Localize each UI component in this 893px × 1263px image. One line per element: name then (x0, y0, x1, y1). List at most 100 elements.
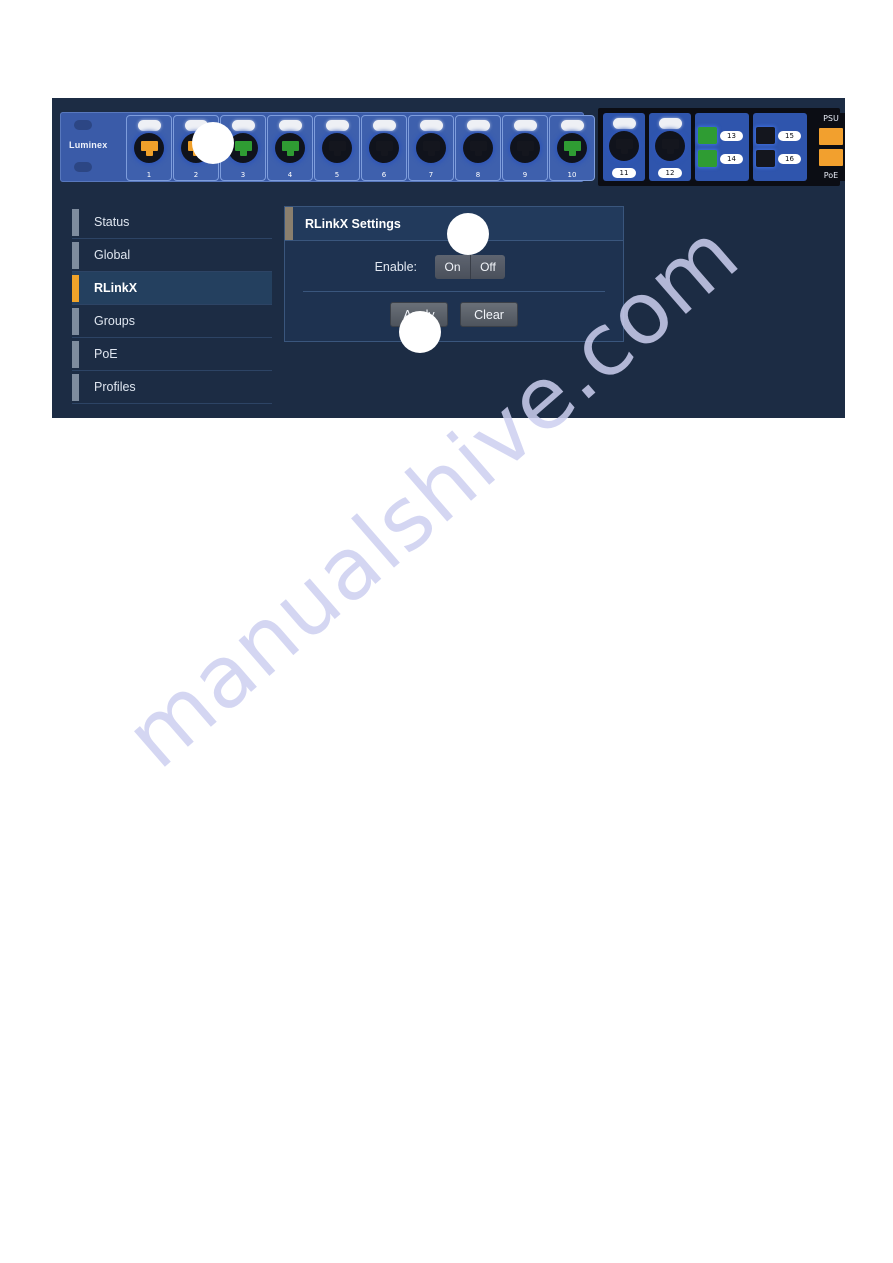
enable-toggle-group[interactable]: On Off (435, 255, 505, 279)
enable-field-row: Enable: On Off (285, 251, 623, 283)
sfp-port-12: 12 (649, 113, 691, 181)
rj45-jack-icon-6 (369, 133, 399, 163)
poe-status-led (819, 149, 843, 167)
rack-left-section: Luminex 1 2 3 4 5 6 7 8 9 10 (60, 112, 595, 182)
brand-logo: Luminex (69, 140, 108, 150)
port-number-label: 7 (428, 171, 434, 179)
port-led-10 (560, 120, 584, 131)
port-number-label: 2 (193, 171, 199, 179)
rack-right-section: 11 12 13 14 15 16 PSU PoE (598, 108, 845, 186)
callout-marker-1 (192, 122, 234, 164)
port-led-6 (372, 120, 396, 131)
ethernet-port-4: 4 (267, 115, 313, 181)
port-number-label: 5 (334, 171, 340, 179)
ethernet-port-7: 7 (408, 115, 454, 181)
rj45-jack-icon-5 (322, 133, 352, 163)
sfp-led-11 (612, 118, 636, 129)
status-led-13 (698, 127, 717, 144)
poe-label: PoE (823, 170, 839, 180)
sidebar-item-global[interactable]: Global (72, 239, 272, 272)
port-led-8 (466, 120, 490, 131)
port-number-label: 10 (567, 171, 577, 179)
sfp-number-label: 12 (658, 168, 682, 178)
enable-on-button[interactable]: On (435, 255, 470, 279)
callout-marker-3 (399, 311, 441, 353)
device-front-panel: Luminex 1 2 3 4 5 6 7 8 9 10 11 12 13 14 15 16 PSU PoE (56, 104, 845, 190)
port-led-5 (325, 120, 349, 131)
sidebar-item-status[interactable]: Status (72, 206, 272, 239)
rj45-jack-icon-11 (609, 131, 639, 161)
port-led-7 (419, 120, 443, 131)
action-buttons: Apply Clear (285, 302, 623, 327)
ethernet-port-10: 10 (549, 115, 595, 181)
sidebar-item-label: PoE (94, 347, 118, 361)
enable-off-button[interactable]: Off (470, 255, 505, 279)
port-led-9 (513, 120, 537, 131)
led-row-15: 15 (753, 127, 807, 144)
rj45-jack-icon-7 (416, 133, 446, 163)
led-number-label: 14 (720, 153, 743, 164)
sfp-port-11: 11 (603, 113, 645, 181)
sidebar-nav: Status Global RLinkX Groups PoE Profiles (72, 206, 272, 404)
form-divider (303, 291, 605, 292)
rj45-jack-icon-8 (463, 133, 493, 163)
screw-hole-top (74, 120, 92, 130)
status-led-16 (756, 150, 775, 167)
port-number-label: 8 (475, 171, 481, 179)
rj45-jack-icon-9 (510, 133, 540, 163)
sidebar-item-label: Groups (94, 314, 135, 328)
sidebar-item-label: Global (94, 248, 131, 262)
port-number-label: 9 (522, 171, 528, 179)
port-number-label: 4 (287, 171, 293, 179)
sidebar-item-indicator (72, 374, 79, 401)
card-header-accent-bar (285, 207, 293, 240)
sfp-led-12 (658, 118, 682, 129)
status-led-14 (698, 150, 717, 167)
sidebar-item-indicator (72, 242, 79, 269)
device-web-ui-screenshot: Luminex 1 2 3 4 5 6 7 8 9 10 11 12 13 14 15 16 PSU PoE S… (52, 98, 845, 418)
screw-hole-bottom (74, 162, 92, 172)
sidebar-item-poe[interactable]: PoE (72, 338, 272, 371)
sidebar-item-indicator (72, 341, 79, 368)
sidebar-item-profiles[interactable]: Profiles (72, 371, 272, 404)
port-number-label: 1 (146, 171, 152, 179)
sidebar-item-indicator (72, 209, 79, 236)
led-block-2: 15 16 (753, 113, 807, 181)
port-led-4 (278, 120, 302, 131)
enable-label: Enable: (374, 260, 417, 274)
ethernet-port-6: 6 (361, 115, 407, 181)
psu-label: PSU (823, 114, 839, 123)
led-number-label: 15 (778, 130, 801, 141)
psu-status-led (819, 127, 843, 145)
rj45-jack-icon-10 (557, 133, 587, 163)
led-number-label: 16 (778, 153, 801, 164)
ethernet-port-1: 1 (126, 115, 172, 181)
led-row-16: 16 (753, 150, 807, 167)
callout-marker-2 (447, 213, 489, 255)
port-number-label: 6 (381, 171, 387, 179)
page-title: RLinkX Settings (305, 216, 401, 231)
sidebar-item-label: RLinkX (94, 281, 138, 295)
clear-button[interactable]: Clear (460, 302, 518, 327)
led-row-13: 13 (695, 127, 749, 144)
ethernet-port-5: 5 (314, 115, 360, 181)
sidebar-item-indicator (72, 275, 79, 302)
port-led-1 (137, 120, 161, 131)
ethernet-port-9: 9 (502, 115, 548, 181)
port-led-3 (231, 120, 255, 131)
sidebar-item-indicator (72, 308, 79, 335)
sfp-and-led-row: 11 12 13 14 15 16 PSU PoE (603, 113, 845, 181)
port-number-label: 3 (240, 171, 246, 179)
led-block-1: 13 14 (695, 113, 749, 181)
card-body: Enable: On Off Apply Clear (285, 241, 623, 341)
ethernet-port-8: 8 (455, 115, 501, 181)
sidebar-item-label: Profiles (94, 380, 136, 394)
rj45-jack-icon-1 (134, 133, 164, 163)
rj45-jack-icon-12 (655, 131, 685, 161)
sidebar-item-label: Status (94, 215, 130, 229)
sidebar-item-rlinkx[interactable]: RLinkX (72, 272, 272, 305)
status-led-15 (756, 127, 775, 144)
sfp-number-label: 11 (612, 168, 636, 178)
sidebar-item-groups[interactable]: Groups (72, 305, 272, 338)
rj45-jack-icon-4 (275, 133, 305, 163)
